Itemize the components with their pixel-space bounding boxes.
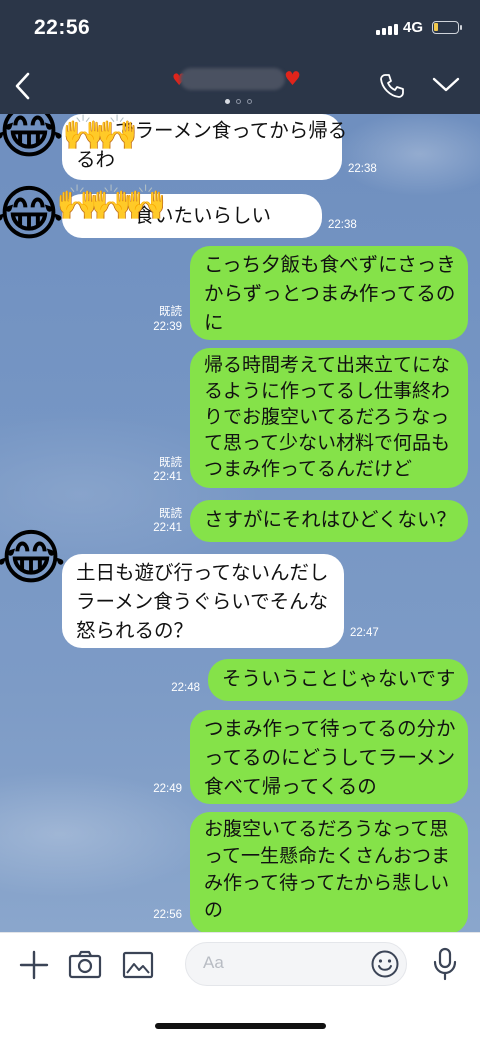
message-bubble-outgoing[interactable]: 帰る時間考えて出来立てにな るように作ってるし仕事終わ りでお腹空いてるだろうな… [190, 348, 468, 488]
message-time: 22:56 [153, 909, 182, 921]
message-bubble-incoming[interactable]: 土日も遊び行ってないんだし ラーメン食うぐらいでそんな 怒られるの？ [62, 554, 344, 648]
chat-header: ♥ ♥ [0, 58, 480, 114]
message-time: 22:48 [171, 682, 200, 694]
read-receipt: 既読 [159, 306, 182, 318]
message-time: 22:41 [153, 471, 182, 483]
laughing-face-emoji: 😂 [0, 179, 65, 249]
read-receipt: 既読 [159, 508, 182, 520]
camera-icon[interactable] [68, 950, 102, 984]
message-time: 22:38 [328, 219, 357, 231]
back-icon[interactable] [12, 72, 34, 104]
battery-icon [432, 21, 462, 34]
message-bubble-outgoing[interactable]: そういうことじゃないです [208, 659, 468, 701]
message-bubble-outgoing[interactable]: さすがにそれはひどくない？ [190, 500, 468, 542]
page-indicator [225, 99, 252, 104]
chevron-down-icon[interactable] [432, 76, 460, 98]
emoji-icon[interactable] [370, 949, 400, 983]
laughing-face-emoji: 😂 [0, 114, 65, 167]
status-bar: 22:56 4G [0, 0, 480, 58]
message-time: 22:38 [348, 163, 377, 175]
image-icon[interactable] [122, 951, 154, 983]
message-bubble-outgoing[interactable]: こっち夕飯も食べずにさっき からずっとつまみ作ってるの に [190, 246, 468, 340]
message-time: 22:39 [153, 321, 182, 333]
clock: 22:56 [34, 16, 91, 39]
home-indicator [155, 1023, 326, 1029]
raised-hands-emoji: 🙌🙌🙌 [56, 183, 167, 223]
microphone-icon[interactable] [430, 947, 460, 985]
network-type: 4G [403, 19, 424, 36]
redacted-name [180, 68, 285, 90]
laughing-face-emoji: 😂 [0, 523, 67, 593]
heart-icon: ♥ [284, 68, 302, 90]
input-placeholder: Aa [203, 953, 224, 972]
message-time: 22:49 [153, 783, 182, 795]
phone-icon[interactable] [378, 72, 406, 104]
signal-icon [376, 24, 398, 35]
message-time: 22:41 [153, 522, 182, 534]
message-bubble-outgoing[interactable]: お腹空いてるだろうなって思 って一生懸命たくさんおつま み作って待ってたから悲し… [190, 812, 468, 932]
input-bar: Aa [0, 932, 480, 1040]
plus-icon[interactable] [18, 949, 50, 985]
read-receipt: 既読 [159, 457, 182, 469]
message-bubble-outgoing[interactable]: つまみ作って待ってるの分か ってるのにどうしてラーメン 食べて帰ってくるの [190, 710, 468, 804]
raised-hands-emoji: 🙌🙌 [62, 114, 139, 153]
contact-name[interactable]: ♥ ♥ [172, 66, 307, 92]
message-time: 22:47 [350, 627, 379, 639]
message-input[interactable]: Aa [185, 942, 407, 986]
chat-area[interactable]: でラーメン食ってから帰る るわ 22:38 食いたいらしい 22:38 😂 🙌🙌… [0, 114, 480, 932]
